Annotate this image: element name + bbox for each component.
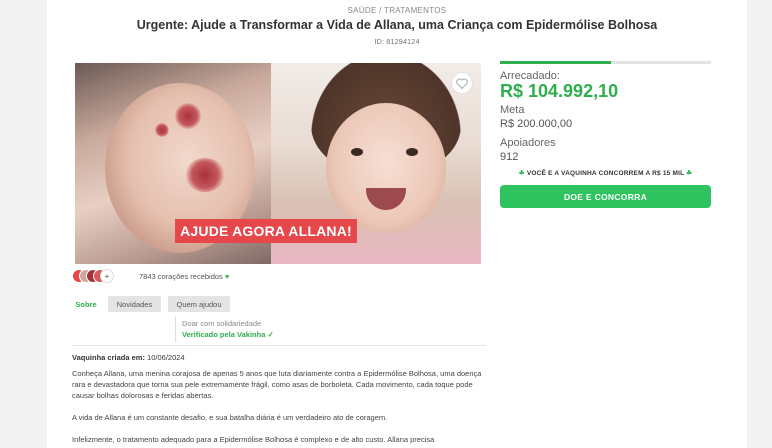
heart-outline-icon[interactable] (451, 72, 473, 94)
tab-sobre[interactable]: Sobre (72, 296, 100, 312)
supporters-value: 912 (500, 151, 519, 163)
wound-mark (185, 158, 225, 192)
verification-box: Doar com solidariedade Verificado pela V… (175, 316, 315, 342)
eye (351, 148, 363, 156)
raised-value: R$ 104.992,10 (500, 81, 619, 101)
verified-status: Verificado pela Vakinha ✓ (182, 330, 274, 339)
supporters-label: Apoiadores (500, 137, 556, 149)
campaign-description: Conheça Allana, uma menina corajosa de a… (72, 368, 492, 448)
goal-value: R$ 200.000,00 (500, 118, 573, 130)
created-date: Vaquinha criada em: 10/06/2024 (72, 353, 185, 362)
description-paragraph: Infelizmente, o tratamento adequado para… (72, 435, 435, 444)
created-value: 10/06/2024 (147, 353, 185, 362)
clover-icon: ☘ (686, 170, 693, 177)
promo-label: VOCÊ E A VAQUINHA CONCORREM A R$ 15 MIL (526, 170, 685, 177)
hearts-count-text: 7843 corações recebidos (139, 272, 223, 281)
progress-bar (500, 61, 711, 64)
clover-icon: ☘ (518, 170, 525, 177)
breadcrumb-category[interactable]: SAÚDE / TRATAMENTOS (47, 6, 747, 15)
goal-label: Meta (500, 104, 525, 116)
more-avatars-icon[interactable]: + (100, 269, 114, 283)
eye (406, 148, 418, 156)
page-title: Urgente: Ajude a Transformar a Vida de A… (136, 18, 658, 32)
created-label: Vaquinha criada em: (72, 353, 145, 362)
description-paragraph: A vida de Allana é um constante desafio,… (72, 413, 388, 422)
hearts-received: 7843 corações recebidos ♥ (139, 272, 229, 281)
description-paragraph: Conheça Allana, uma menina corajosa de a… (72, 369, 482, 400)
wound-mark (155, 123, 169, 137)
supporter-avatars[interactable]: + (72, 269, 118, 284)
promo-text: ☘ VOCÊ E A VAQUINHA CONCORREM A R$ 15 MI… (500, 169, 711, 177)
hero-banner: AJUDE AGORA ALLANA! (175, 219, 357, 243)
green-heart-icon: ♥ (224, 272, 230, 281)
child-face-right (326, 103, 446, 233)
wound-mark (175, 103, 201, 129)
divider (72, 345, 486, 346)
tab-novidades[interactable]: Novidades (108, 296, 161, 312)
progress-fill (500, 61, 611, 64)
heart-icon-shape (456, 77, 468, 89)
tab-quem-ajudou[interactable]: Quem ajudou (168, 296, 230, 312)
campaign-id: ID: 81294124 (374, 37, 420, 46)
donate-button[interactable]: DOE E CONCORRA (500, 185, 711, 208)
verification-label: Doar com solidariedade (182, 319, 262, 328)
